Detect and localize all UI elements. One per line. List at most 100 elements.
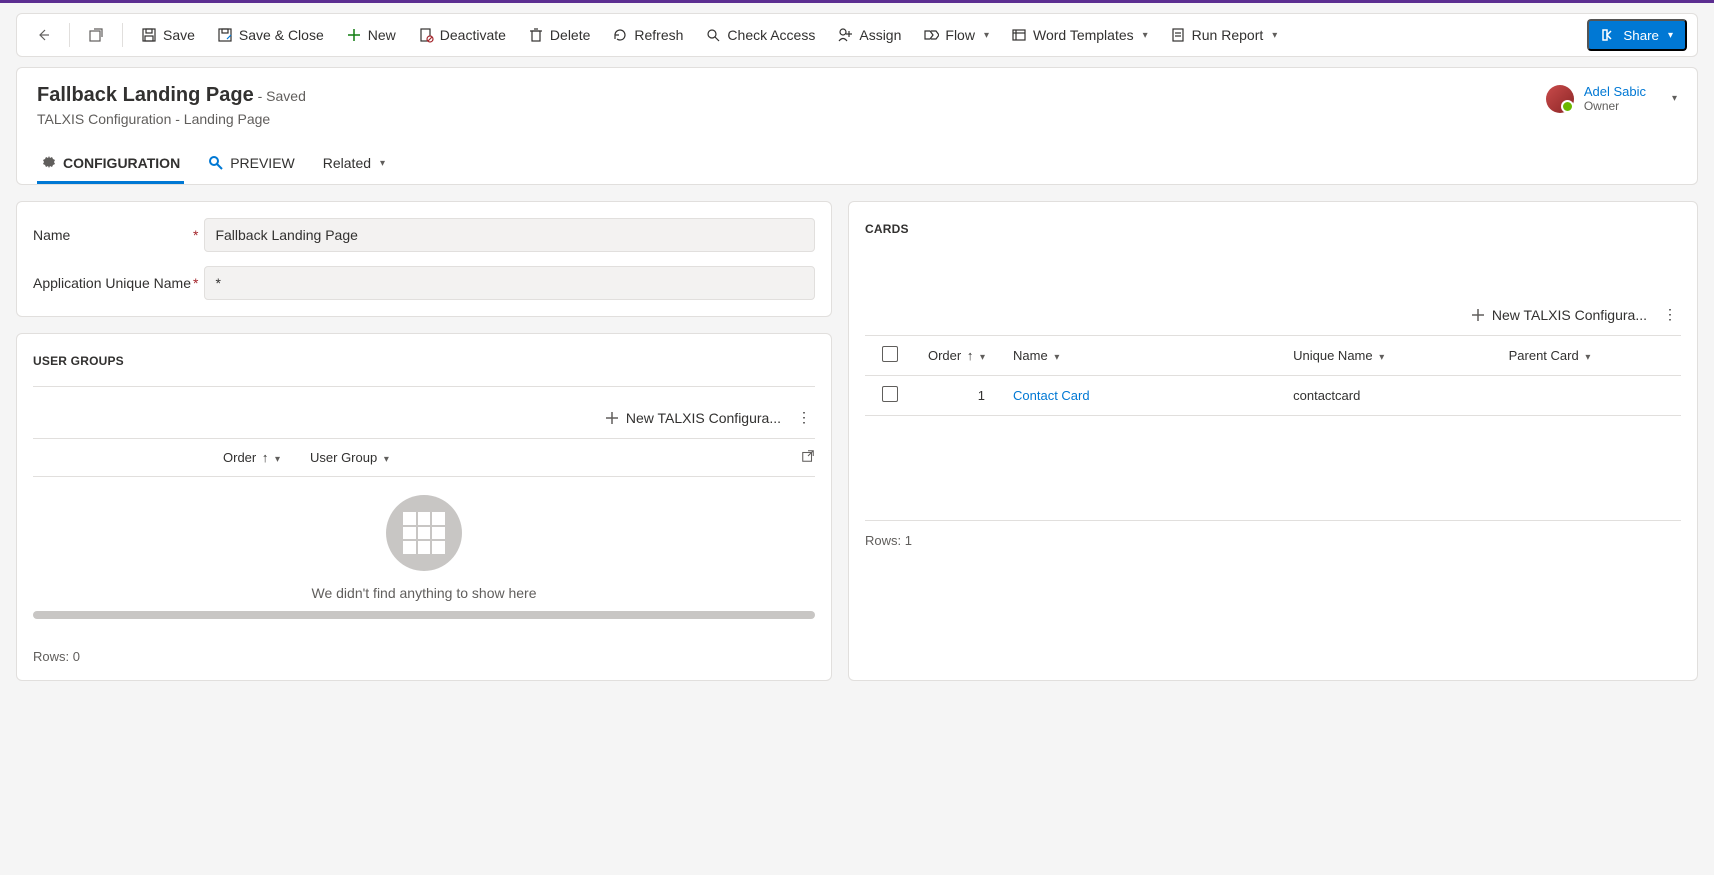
delete-button[interactable]: Delete bbox=[520, 21, 598, 49]
refresh-label: Refresh bbox=[634, 27, 683, 43]
user-groups-grid-header: Order ↑ ▾ User Group ▾ bbox=[33, 438, 815, 477]
chevron-down-icon: ▾ bbox=[1143, 30, 1148, 41]
refresh-button[interactable]: Refresh bbox=[604, 21, 691, 49]
separator bbox=[122, 23, 123, 47]
separator bbox=[69, 23, 70, 47]
user-groups-title: USER GROUPS bbox=[33, 354, 815, 368]
sort-asc-icon: ↑ bbox=[262, 450, 269, 465]
cards-panel: CARDS New TALXIS Configura... ⋮ Order ↑ … bbox=[848, 201, 1698, 681]
avatar bbox=[1546, 85, 1574, 113]
chevron-down-icon: ▾ bbox=[380, 158, 385, 169]
select-all-checkbox[interactable] bbox=[882, 346, 898, 362]
run-report-label: Run Report bbox=[1192, 27, 1264, 43]
flow-button[interactable]: Flow ▾ bbox=[915, 21, 997, 49]
command-bar: Save Save & Close New Deactivate Delete … bbox=[16, 13, 1698, 57]
tab-related[interactable]: Related ▾ bbox=[319, 145, 389, 184]
chevron-down-icon: ▾ bbox=[1668, 30, 1673, 41]
new-label: New bbox=[368, 27, 396, 43]
page-title: Fallback Landing Page bbox=[37, 84, 254, 106]
arrow-left-icon bbox=[35, 27, 51, 43]
rows-count: Rows: 1 bbox=[865, 520, 1681, 548]
popout-icon bbox=[88, 27, 104, 43]
owner-name: Adel Sabic bbox=[1584, 84, 1646, 99]
app-unique-label: Application Unique Name bbox=[33, 275, 193, 291]
cards-title: CARDS bbox=[865, 222, 1681, 236]
table-row[interactable]: 1 Contact Card contactcard bbox=[865, 376, 1681, 416]
plus-icon bbox=[604, 410, 620, 426]
gear-icon bbox=[41, 155, 57, 171]
deactivate-label: Deactivate bbox=[440, 27, 506, 43]
new-user-group-button[interactable]: New TALXIS Configura... bbox=[604, 410, 781, 426]
owner-role: Owner bbox=[1584, 99, 1646, 113]
share-button[interactable]: Share ▾ bbox=[1587, 19, 1687, 51]
form-panel: Name * Application Unique Name * bbox=[16, 201, 832, 317]
save-button[interactable]: Save bbox=[133, 21, 203, 49]
rows-count: Rows: 0 bbox=[33, 649, 815, 664]
tab-label: PREVIEW bbox=[230, 155, 295, 171]
chevron-down-icon: ▾ bbox=[1379, 352, 1384, 363]
run-report-button[interactable]: Run Report ▾ bbox=[1162, 21, 1286, 49]
delete-label: Delete bbox=[550, 27, 590, 43]
share-label: Share bbox=[1623, 28, 1659, 43]
assign-button[interactable]: Assign bbox=[829, 21, 909, 49]
popout-button[interactable] bbox=[801, 449, 815, 466]
owner-block[interactable]: Adel Sabic Owner ▾ bbox=[1546, 84, 1677, 113]
save-label: Save bbox=[163, 27, 195, 43]
save-close-button[interactable]: Save & Close bbox=[209, 21, 332, 49]
word-templates-button[interactable]: Word Templates ▾ bbox=[1003, 21, 1156, 49]
col-name-header[interactable]: Name ▾ bbox=[995, 348, 1293, 363]
empty-message: We didn't find anything to show here bbox=[33, 585, 815, 601]
required-indicator: * bbox=[193, 227, 198, 243]
word-templates-label: Word Templates bbox=[1033, 27, 1134, 43]
new-card-button[interactable]: New TALXIS Configura... bbox=[1470, 307, 1647, 323]
chevron-down-icon: ▾ bbox=[1054, 352, 1059, 363]
col-order-header[interactable]: Order ↑ ▾ bbox=[915, 348, 995, 363]
content-area: Name * Application Unique Name * USER GR… bbox=[16, 201, 1698, 681]
chevron-down-icon: ▾ bbox=[984, 30, 989, 41]
new-action-label: New TALXIS Configura... bbox=[626, 410, 781, 426]
tab-label: Related bbox=[323, 155, 371, 171]
cards-grid-header: Order ↑ ▾ Name ▾ Unique Name ▾ Parent Ca… bbox=[865, 335, 1681, 376]
required-indicator: * bbox=[193, 275, 198, 291]
check-access-button[interactable]: Check Access bbox=[697, 21, 823, 49]
share-icon bbox=[1601, 27, 1617, 43]
tab-preview[interactable]: PREVIEW bbox=[204, 145, 299, 184]
empty-grid-icon bbox=[386, 495, 462, 571]
open-new-window-button[interactable] bbox=[80, 21, 112, 49]
name-input[interactable] bbox=[204, 218, 815, 252]
col-parent-header[interactable]: Parent Card ▾ bbox=[1509, 348, 1681, 363]
tabs: CONFIGURATION PREVIEW Related ▾ bbox=[37, 145, 1677, 184]
row-checkbox[interactable] bbox=[882, 386, 898, 402]
chevron-down-icon: ▾ bbox=[275, 454, 280, 465]
tab-label: CONFIGURATION bbox=[63, 155, 180, 171]
cell-name-link[interactable]: Contact Card bbox=[1013, 388, 1090, 403]
page-subtitle: TALXIS Configuration - Landing Page bbox=[37, 111, 306, 127]
more-button[interactable]: ⋮ bbox=[1659, 302, 1681, 327]
horizontal-scrollbar[interactable] bbox=[33, 611, 815, 619]
col-order-header[interactable]: Order ↑ ▾ bbox=[223, 450, 280, 465]
app-unique-input[interactable] bbox=[204, 266, 815, 300]
record-header: Fallback Landing Page - Saved TALXIS Con… bbox=[16, 67, 1698, 185]
report-icon bbox=[1170, 27, 1186, 43]
new-button[interactable]: New bbox=[338, 21, 404, 49]
tab-configuration[interactable]: CONFIGURATION bbox=[37, 145, 184, 184]
empty-state: We didn't find anything to show here bbox=[33, 477, 815, 635]
refresh-icon bbox=[612, 27, 628, 43]
col-user-group-header[interactable]: User Group ▾ bbox=[310, 450, 389, 465]
check-access-icon bbox=[705, 27, 721, 43]
chevron-down-icon[interactable]: ▾ bbox=[1672, 93, 1677, 104]
cell-order: 1 bbox=[915, 388, 995, 403]
more-button[interactable]: ⋮ bbox=[793, 405, 815, 430]
col-unique-header[interactable]: Unique Name ▾ bbox=[1293, 348, 1508, 363]
flow-label: Flow bbox=[945, 27, 975, 43]
plus-icon bbox=[1470, 307, 1486, 323]
chevron-down-icon: ▾ bbox=[980, 352, 985, 363]
assign-label: Assign bbox=[859, 27, 901, 43]
user-groups-panel: USER GROUPS New TALXIS Configura... ⋮ Or… bbox=[16, 333, 832, 681]
check-access-label: Check Access bbox=[727, 27, 815, 43]
back-button[interactable] bbox=[27, 21, 59, 49]
deactivate-button[interactable]: Deactivate bbox=[410, 21, 514, 49]
save-icon bbox=[141, 27, 157, 43]
cell-unique: contactcard bbox=[1293, 388, 1508, 403]
name-label: Name bbox=[33, 227, 193, 243]
